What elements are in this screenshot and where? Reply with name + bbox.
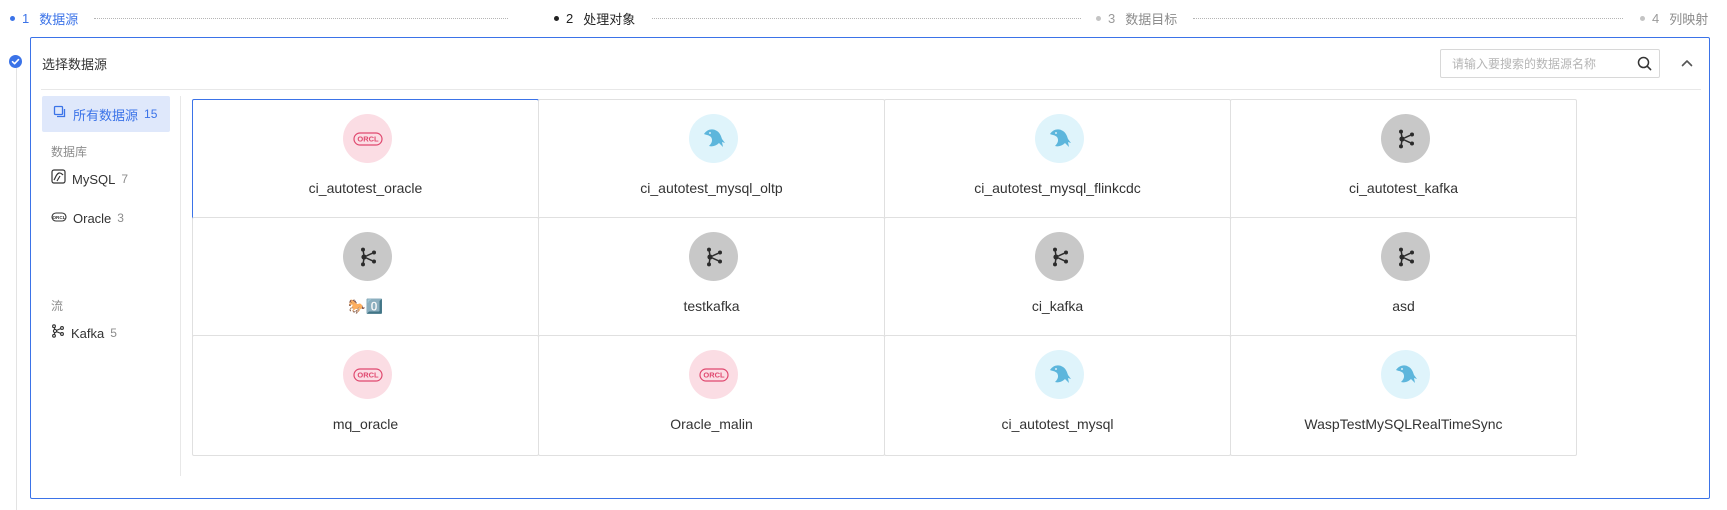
step-number: 1: [22, 10, 30, 26]
step-number: 4: [1652, 10, 1660, 26]
sidebar-item-count: 3: [117, 211, 124, 225]
sidebar-item-label: 所有数据源: [73, 107, 139, 123]
panel-title: 选择数据源: [42, 57, 108, 72]
step-dot: [10, 15, 15, 21]
oracle-icon: ORCL: [689, 350, 738, 399]
steps-bar: 1 数据源 2 处理对象 3 数据目标 4 列映射: [0, 0, 1727, 36]
kafka-icon: [1035, 232, 1084, 281]
step-connector: [652, 18, 1081, 19]
data-source-name: ci_autotest_kafka: [1349, 180, 1458, 196]
search-box: [1440, 49, 1660, 78]
oracle-icon: ORCL: [343, 114, 392, 163]
copy-icon: [53, 105, 66, 123]
step-number: 2: [566, 10, 574, 26]
data-source-card[interactable]: WaspTestMySQLRealTimeSync: [1230, 335, 1577, 456]
data-source-card[interactable]: ORCL ci_autotest_oracle: [192, 99, 539, 220]
step-connector: [94, 18, 508, 19]
svg-text:ORCL: ORCL: [52, 215, 65, 220]
data-source-card[interactable]: asd: [1230, 217, 1577, 338]
data-source-card[interactable]: ci_autotest_kafka: [1230, 99, 1577, 220]
step-label: 数据目标: [1125, 11, 1178, 27]
sidebar-item-mysql[interactable]: MySQL 7: [51, 169, 128, 189]
data-source-name: 🐎0️⃣: [348, 298, 383, 314]
data-source-name: ci_autotest_oracle: [308, 180, 423, 196]
step-4[interactable]: 4 列映射: [1640, 8, 1708, 28]
data-source-name: WaspTestMySQLRealTimeSync: [1304, 416, 1503, 432]
kafka-icon: [689, 232, 738, 281]
mysql-icon: [1035, 114, 1084, 163]
data-source-name: testkafka: [683, 298, 740, 314]
step-dot: [1640, 15, 1645, 21]
search-input[interactable]: [1441, 50, 1629, 77]
data-source-name: ci_autotest_mysql_oltp: [640, 180, 783, 196]
sidebar-group-title: 数据库: [51, 145, 88, 159]
kafka-icon: [1381, 232, 1430, 281]
sidebar-group-title: 流: [51, 299, 64, 313]
oracle-icon: ORCL: [51, 209, 67, 227]
kafka-icon: [1381, 114, 1430, 163]
sidebar-item-oracle[interactable]: ORCL Oracle 3: [51, 208, 124, 228]
step-connector: [1193, 18, 1623, 19]
step-1[interactable]: 1 数据源: [10, 8, 78, 28]
kafka-icon: [51, 323, 65, 343]
data-source-card[interactable]: ORCL mq_oracle: [192, 335, 539, 456]
sidebar-item-kafka[interactable]: Kafka 5: [51, 323, 117, 343]
step-dot: [1096, 15, 1101, 21]
sidebar-item-label: MySQL: [72, 171, 116, 187]
step-number: 3: [1108, 10, 1116, 26]
data-source-card[interactable]: ci_kafka: [884, 217, 1231, 338]
kafka-icon: [343, 232, 392, 281]
svg-text:ORCL: ORCL: [357, 370, 379, 379]
oracle-icon: ORCL: [343, 350, 392, 399]
search-icon[interactable]: [1629, 50, 1659, 77]
svg-text:ORCL: ORCL: [357, 134, 379, 143]
data-source-name: asd: [1392, 298, 1415, 314]
step-dot: [554, 15, 559, 21]
mysql-icon: [51, 169, 66, 189]
svg-text:ORCL: ORCL: [703, 370, 725, 379]
data-source-panel: 选择数据源 所有数据源 15 数据库: [30, 37, 1710, 499]
step-2[interactable]: 2 处理对象: [554, 8, 635, 28]
data-source-grid: ORCL ci_autotest_oracle ci_autotest_mysql_…: [192, 99, 1592, 479]
sidebar-item-all[interactable]: 所有数据源 15: [42, 96, 170, 132]
mysql-icon: [1035, 350, 1084, 399]
data-source-card[interactable]: 🐎0️⃣: [192, 217, 539, 338]
sidebar-item-count: 15: [144, 107, 158, 121]
sidebar-item-label: Kafka: [71, 325, 105, 341]
mysql-icon: [1381, 350, 1430, 399]
check-circle-icon: [9, 55, 22, 68]
data-source-name: ci_kafka: [1031, 298, 1084, 314]
data-source-name: ci_autotest_mysql: [1001, 416, 1114, 432]
step-3[interactable]: 3 数据目标: [1096, 8, 1177, 28]
sidebar-item-count: 7: [121, 172, 129, 186]
data-source-name: ci_autotest_mysql_flinkcdc: [974, 180, 1141, 196]
sidebar-item-label: Oracle: [73, 210, 112, 226]
panel-divider: [41, 89, 1701, 90]
chevron-up-icon[interactable]: [1679, 55, 1695, 71]
sidebar-item-count: 5: [110, 326, 117, 340]
step-label: 数据源: [39, 11, 79, 27]
step-label: 列映射: [1669, 11, 1709, 27]
data-source-name: Oracle_malin: [670, 416, 753, 432]
data-source-card[interactable]: ci_autotest_mysql_oltp: [538, 99, 885, 220]
source-type-sidebar: 所有数据源 15 数据库 MySQL 7 ORCL Oracle 3 流 Kaf…: [41, 96, 181, 476]
data-source-card[interactable]: ci_autotest_mysql_flinkcdc: [884, 99, 1231, 220]
data-source-card[interactable]: ci_autotest_mysql: [884, 335, 1231, 456]
data-source-card[interactable]: testkafka: [538, 217, 885, 338]
step-label: 处理对象: [583, 11, 636, 27]
step-rail: [16, 68, 17, 510]
data-source-card[interactable]: ORCL Oracle_malin: [538, 335, 885, 456]
mysql-icon: [689, 114, 738, 163]
data-source-name: mq_oracle: [332, 416, 399, 432]
